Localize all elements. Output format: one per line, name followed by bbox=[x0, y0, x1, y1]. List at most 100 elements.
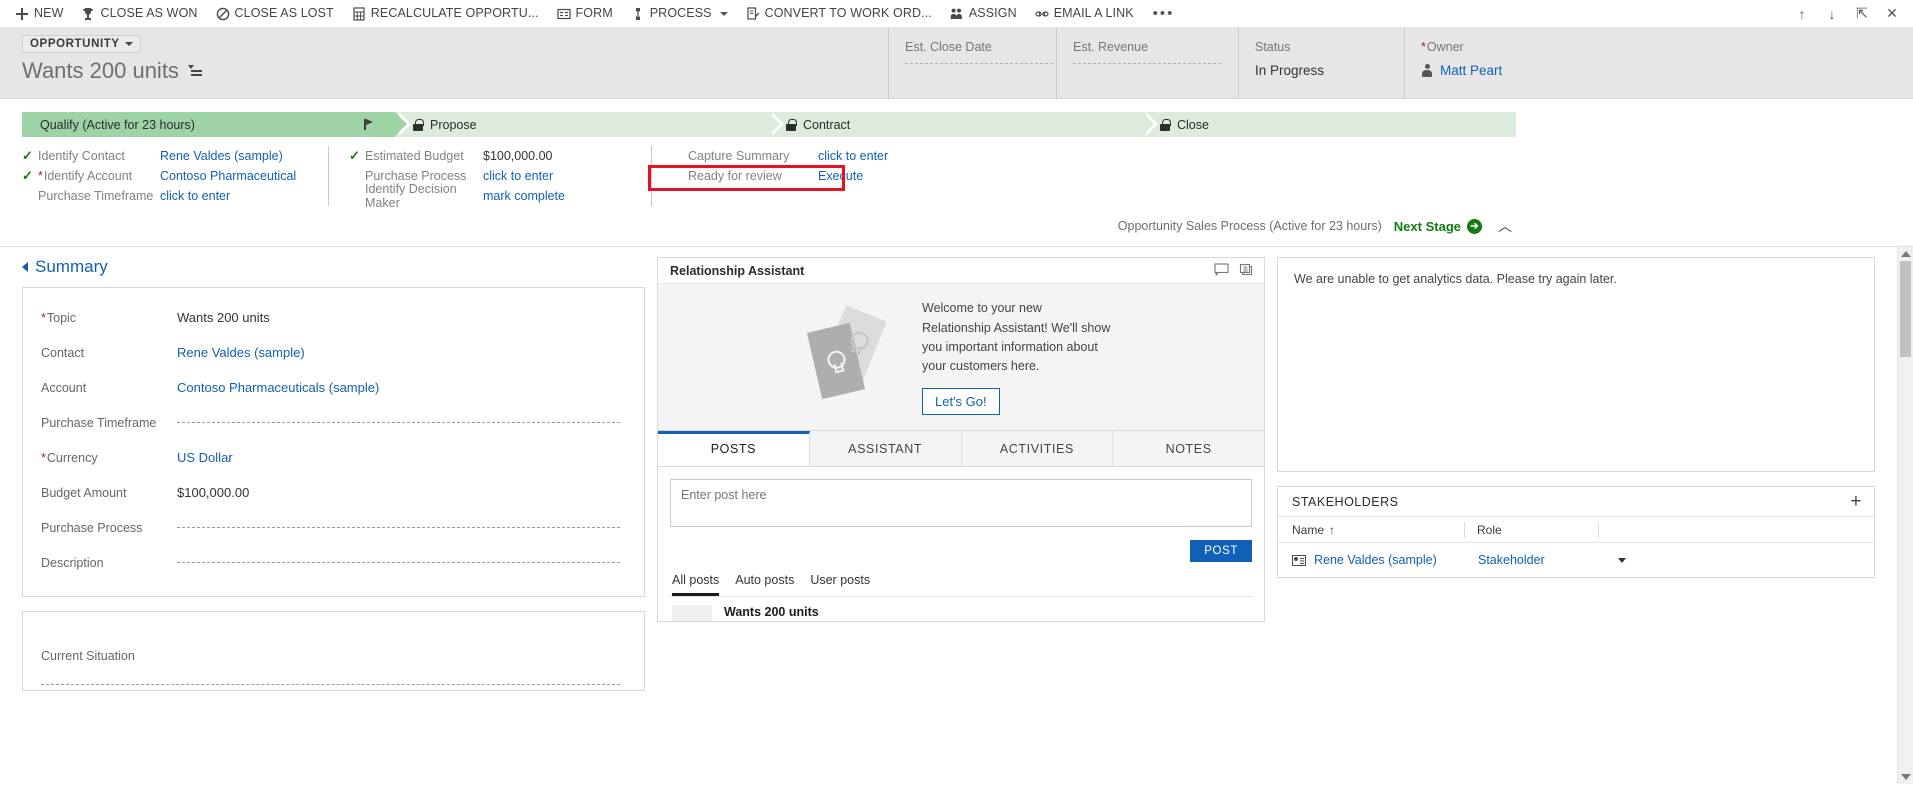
form-value-contact[interactable]: Rene Valdes (sample) bbox=[177, 345, 305, 360]
command-close-as-won[interactable]: CLOSE AS WON bbox=[72, 1, 206, 27]
assistant-welcome-block: Welcome to your new Relationship Assista… bbox=[922, 299, 1114, 415]
check-icon: ✓ bbox=[349, 148, 360, 163]
list-item[interactable]: Wants 200 units bbox=[658, 597, 1264, 621]
table-row[interactable]: Rene Valdes (sample) Stakeholder bbox=[1278, 543, 1874, 577]
flag-icon bbox=[364, 119, 373, 130]
filter-auto-posts[interactable]: Auto posts bbox=[735, 573, 794, 596]
summary-section-title: Summary bbox=[35, 257, 108, 276]
up-arrow-icon[interactable]: ↑ bbox=[1787, 1, 1817, 27]
entity-type-selector[interactable]: OPPORTUNITY bbox=[22, 35, 141, 53]
form-row-purchase-timeframe: Purchase Timeframe bbox=[41, 405, 628, 440]
process-stage-fields: ✓ Identify Contact Rene Valdes (sample) … bbox=[22, 146, 1891, 210]
stakeholder-name-link[interactable]: Rene Valdes (sample) bbox=[1314, 553, 1478, 567]
command-email-a-link[interactable]: EMAIL A LINK bbox=[1026, 1, 1143, 27]
form-label: Contact bbox=[41, 345, 85, 360]
lets-go-button[interactable]: Let's Go! bbox=[922, 387, 1000, 415]
row-menu-chevron-icon[interactable] bbox=[1618, 557, 1626, 563]
column-header-name-label: Name bbox=[1292, 522, 1325, 537]
column-header-role[interactable]: Role bbox=[1464, 521, 1598, 538]
cards-stack-icon[interactable] bbox=[1239, 263, 1254, 279]
form-row-topic: *Topic Wants 200 units bbox=[41, 300, 628, 335]
tab-notes[interactable]: NOTES bbox=[1113, 431, 1264, 466]
command-new[interactable]: NEW bbox=[6, 1, 72, 27]
command-process[interactable]: PROCESS bbox=[622, 1, 737, 27]
stage-field-value[interactable]: click to enter bbox=[818, 149, 928, 163]
owner-link[interactable]: Matt Peart bbox=[1440, 63, 1502, 78]
next-stage-button[interactable]: Next Stage ➔ bbox=[1394, 218, 1482, 234]
stage-field-value[interactable]: Contoso Pharmaceutical bbox=[160, 169, 310, 183]
form-value-currency[interactable]: US Dollar bbox=[177, 450, 233, 465]
required-indicator: * bbox=[1421, 40, 1426, 54]
stage-field-label: Purchase Process bbox=[365, 169, 467, 183]
command-assign[interactable]: ASSIGN bbox=[941, 1, 1026, 27]
check-icon: ✓ bbox=[22, 148, 33, 163]
form-label-text: Topic bbox=[46, 310, 77, 325]
summary-section-header[interactable]: Summary bbox=[22, 257, 645, 277]
stage-field-value[interactable]: Rene Valdes (sample) bbox=[160, 149, 310, 163]
stage-field-value[interactable]: mark complete bbox=[483, 189, 633, 203]
command-form[interactable]: FORM bbox=[548, 1, 622, 27]
command-recalculate-opportunity[interactable]: RECALCULATE OPPORTU... bbox=[343, 1, 548, 27]
process-stage-qualify[interactable]: Qualify (Active for 23 hours) bbox=[22, 112, 411, 137]
filter-all-posts[interactable]: All posts bbox=[672, 573, 720, 596]
form-row-budget-amount: Budget Amount $100,000.00 bbox=[41, 475, 628, 510]
stage-field-value[interactable]: Execute bbox=[818, 169, 928, 183]
record-set-icon[interactable] bbox=[187, 65, 202, 77]
add-stakeholder-icon[interactable]: + bbox=[1850, 492, 1862, 511]
stage-field-value[interactable]: $100,000.00 bbox=[483, 149, 633, 163]
scroll-down-icon[interactable] bbox=[1901, 774, 1911, 780]
down-arrow-icon[interactable]: ↓ bbox=[1817, 1, 1847, 27]
feedback-icon[interactable] bbox=[1214, 262, 1229, 279]
empty-value-dash[interactable] bbox=[177, 562, 620, 563]
business-process-flow: Qualify (Active for 23 hours) Propose Co… bbox=[0, 98, 1913, 246]
post-button[interactable]: POST bbox=[1190, 540, 1252, 562]
tab-assistant[interactable]: ASSISTANT bbox=[809, 431, 962, 466]
lock-icon bbox=[1160, 118, 1171, 131]
prohibited-icon bbox=[216, 7, 230, 21]
process-stage-contract[interactable]: Contract bbox=[768, 112, 1158, 137]
empty-value-dash[interactable] bbox=[177, 422, 620, 423]
empty-value-dash[interactable] bbox=[1073, 63, 1221, 64]
empty-value-dash[interactable] bbox=[905, 63, 1053, 64]
process-stage-propose[interactable]: Propose bbox=[395, 112, 784, 137]
close-icon[interactable]: ✕ bbox=[1877, 1, 1907, 27]
stage-field-label: Ready for review bbox=[688, 169, 782, 183]
command-convert-to-work-order[interactable]: CONVERT TO WORK ORD... bbox=[737, 1, 941, 27]
header-field-label: Status bbox=[1255, 40, 1291, 54]
scrollbar-thumb[interactable] bbox=[1900, 261, 1911, 357]
stage-field-label-text: Identify Account bbox=[43, 169, 133, 183]
required-indicator: * bbox=[38, 169, 43, 183]
post-input[interactable] bbox=[670, 479, 1252, 527]
command-close-as-lost[interactable]: CLOSE AS LOST bbox=[207, 1, 343, 27]
arrow-right-circle-icon: ➔ bbox=[1467, 218, 1482, 234]
form-value-account[interactable]: Contoso Pharmaceuticals (sample) bbox=[177, 380, 379, 395]
process-stage-close[interactable]: Close bbox=[1142, 112, 1516, 137]
command-label: EMAIL A LINK bbox=[1053, 6, 1134, 21]
form-value-topic[interactable]: Wants 200 units bbox=[177, 310, 270, 325]
stage-field-value[interactable]: click to enter bbox=[483, 169, 633, 183]
tab-posts[interactable]: POSTS bbox=[658, 431, 810, 466]
popout-icon[interactable]: ⇱ bbox=[1847, 1, 1877, 27]
empty-value-dash[interactable] bbox=[177, 527, 620, 528]
empty-value-dash[interactable] bbox=[41, 683, 620, 685]
command-overflow-button[interactable]: ••• bbox=[1143, 6, 1185, 21]
collapse-triangle-icon bbox=[22, 262, 28, 272]
convert-icon bbox=[746, 6, 760, 21]
collapse-process-icon[interactable]: ︿ bbox=[1494, 216, 1516, 236]
stage-field-row: Purchase Timeframe click to enter bbox=[22, 186, 310, 206]
form-row-current-situation: Current Situation bbox=[41, 642, 628, 670]
header-field-est-revenue: Est. Revenue bbox=[1056, 28, 1238, 98]
column-header-name[interactable]: Name ↑ bbox=[1278, 522, 1464, 538]
form-value-budget-amount[interactable]: $100,000.00 bbox=[177, 485, 249, 500]
tab-activities[interactable]: ACTIVITIES bbox=[961, 431, 1114, 466]
stage-field-value[interactable]: click to enter bbox=[160, 189, 310, 203]
header-field-status: Status In Progress bbox=[1238, 28, 1404, 98]
page-scrollbar[interactable] bbox=[1897, 247, 1913, 784]
filter-user-posts[interactable]: User posts bbox=[810, 573, 870, 596]
command-label: FORM bbox=[575, 6, 613, 21]
form-label: Purchase Timeframe bbox=[41, 415, 157, 430]
scroll-up-icon[interactable] bbox=[1901, 251, 1911, 257]
process-stage-bar: Qualify (Active for 23 hours) Propose Co… bbox=[22, 112, 1516, 137]
record-body: Summary *Topic Wants 200 units Contact R… bbox=[0, 246, 1913, 784]
stakeholder-role-link[interactable]: Stakeholder bbox=[1478, 553, 1618, 567]
